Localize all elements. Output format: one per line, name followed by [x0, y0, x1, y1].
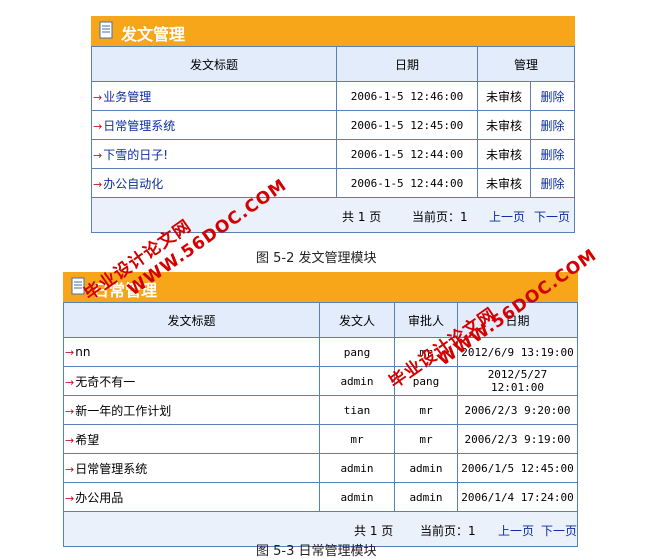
- panel-header: 发文管理: [91, 16, 575, 46]
- col-header-date: 日期: [336, 46, 478, 82]
- current-page: 当前页：1: [412, 210, 468, 224]
- daily-manage-table: 发文标题 发文人 审批人 日期 →nn pang mr 2012/6/9 13:…: [63, 302, 578, 512]
- arrow-icon: →: [93, 148, 103, 162]
- approver-cell: admin: [394, 453, 458, 483]
- delete-link[interactable]: 删除: [530, 110, 575, 140]
- arrow-icon: →: [93, 177, 103, 191]
- arrow-icon: →: [65, 346, 75, 359]
- sender-cell: pang: [319, 337, 395, 367]
- doc-title-link[interactable]: 下雪的日子!: [103, 148, 168, 162]
- col-header-title: 发文标题: [63, 302, 320, 338]
- sender-cell: admin: [319, 453, 395, 483]
- arrow-icon: →: [93, 119, 103, 133]
- prev-page-link[interactable]: 上一页: [498, 522, 534, 539]
- doc-title-link[interactable]: nn: [75, 345, 90, 359]
- approver-cell: mr: [394, 424, 458, 454]
- total-pages: 共 1 页: [342, 210, 382, 224]
- table-row: →新一年的工作计划 tian mr 2006/2/3 9:20:00: [63, 395, 578, 425]
- date-cell: 2006-1-5 12:45:00: [336, 110, 478, 140]
- table-row: →日常管理系统 admin admin 2006/1/5 12:45:00: [63, 453, 578, 483]
- current-page: 当前页：1: [420, 524, 476, 538]
- approver-cell: admin: [394, 482, 458, 512]
- status-cell: 未审核: [477, 168, 531, 198]
- arrow-icon: →: [65, 433, 75, 447]
- total-pages: 共 1 页: [354, 524, 394, 538]
- send-doc-panel: 发文管理 发文标题 日期 管理 →业务管理 2006-1-5 12:46:00 …: [91, 16, 575, 233]
- arrow-icon: →: [65, 462, 75, 476]
- date-cell: 2006/1/4 17:24:00: [457, 482, 578, 512]
- table-row: →日常管理系统 2006-1-5 12:45:00 未审核 删除: [91, 110, 575, 140]
- table-row: →下雪的日子! 2006-1-5 12:44:00 未审核 删除: [91, 139, 575, 169]
- col-header-title: 发文标题: [91, 46, 337, 82]
- doc-title-link[interactable]: 无奇不有一: [75, 375, 135, 389]
- next-page-link[interactable]: 下一页: [541, 522, 577, 539]
- sender-cell: tian: [319, 395, 395, 425]
- delete-link[interactable]: 删除: [530, 139, 575, 169]
- delete-link[interactable]: 删除: [530, 81, 575, 111]
- status-cell: 未审核: [477, 81, 531, 111]
- date-cell: 2006/1/5 12:45:00: [457, 453, 578, 483]
- col-header-sender: 发文人: [319, 302, 395, 338]
- date-cell: 2006-1-5 12:44:00: [336, 168, 478, 198]
- table-row: →希望 mr mr 2006/2/3 9:19:00: [63, 424, 578, 454]
- arrow-icon: →: [93, 90, 103, 104]
- figure-caption: 图 5-2 发文管理模块: [256, 251, 377, 266]
- doc-title-link[interactable]: 办公用品: [75, 491, 123, 505]
- doc-title-link[interactable]: 新一年的工作计划: [75, 404, 171, 418]
- send-doc-table: 发文标题 日期 管理 →业务管理 2006-1-5 12:46:00 未审核 删…: [91, 46, 575, 198]
- prev-page-link[interactable]: 上一页: [489, 208, 525, 225]
- document-icon: [99, 21, 113, 39]
- panel-title: 发文管理: [121, 25, 186, 44]
- next-page-link[interactable]: 下一页: [534, 208, 570, 225]
- date-cell: 2006/2/3 9:20:00: [457, 395, 578, 425]
- doc-title-link[interactable]: 办公自动化: [103, 177, 163, 191]
- date-cell: 2006/2/3 9:19:00: [457, 424, 578, 454]
- sender-cell: admin: [319, 482, 395, 512]
- table-row: →办公自动化 2006-1-5 12:44:00 未审核 删除: [91, 168, 575, 198]
- delete-link[interactable]: 删除: [530, 168, 575, 198]
- table-row: →nn pang mr 2012/6/9 13:19:00: [63, 337, 578, 367]
- table-row: →无奇不有一 admin pang 2012/5/27 12:01:00: [63, 366, 578, 396]
- approver-cell: mr: [394, 395, 458, 425]
- table-row: →办公用品 admin admin 2006/1/4 17:24:00: [63, 482, 578, 512]
- doc-title-link[interactable]: 日常管理系统: [75, 462, 147, 476]
- arrow-icon: →: [65, 404, 75, 418]
- date-cell: 2012/5/27 12:01:00: [457, 366, 578, 396]
- figure-caption: 图 5-3 日常管理模块: [256, 544, 377, 559]
- col-header-manage: 管理: [477, 46, 575, 82]
- table-row: →业务管理 2006-1-5 12:46:00 未审核 删除: [91, 81, 575, 111]
- date-cell: 2006-1-5 12:44:00: [336, 139, 478, 169]
- arrow-icon: →: [65, 375, 75, 389]
- status-cell: 未审核: [477, 139, 531, 169]
- doc-title-link[interactable]: 希望: [75, 433, 99, 447]
- doc-title-link[interactable]: 日常管理系统: [103, 119, 175, 133]
- arrow-icon: →: [65, 491, 75, 505]
- doc-title-link[interactable]: 业务管理: [103, 90, 151, 104]
- sender-cell: mr: [319, 424, 395, 454]
- status-cell: 未审核: [477, 110, 531, 140]
- date-cell: 2006-1-5 12:46:00: [336, 81, 478, 111]
